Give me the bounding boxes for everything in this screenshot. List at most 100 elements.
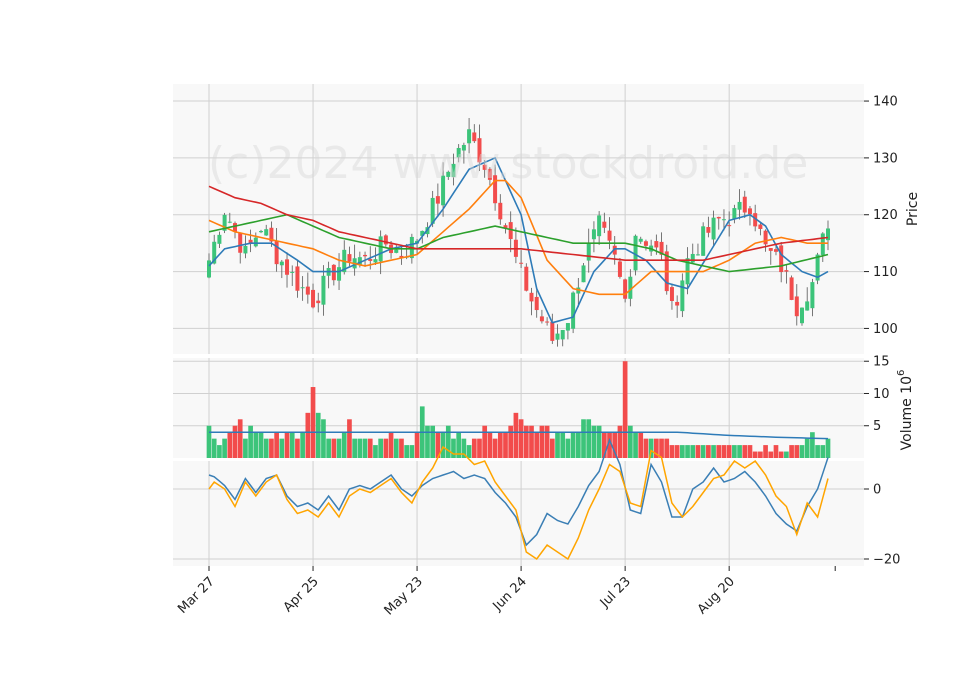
volume-bar [466, 445, 472, 458]
candle-body [597, 215, 602, 237]
candle-body [217, 234, 222, 244]
candle-body [716, 216, 721, 219]
volume-bar [482, 425, 488, 458]
volume-bar [497, 432, 503, 458]
candle-body [373, 259, 378, 263]
candle-body [701, 226, 706, 256]
volume-bar [664, 438, 670, 458]
candle-body [638, 238, 643, 242]
price-y-tick-label: 140 [873, 95, 898, 110]
candle-body [586, 242, 591, 261]
volume-bar [326, 438, 331, 458]
candle-body [607, 230, 612, 241]
volume-bar [726, 445, 732, 458]
oscillator-y-tick-label: −20 [873, 553, 900, 568]
candle-body [264, 229, 269, 236]
candle-body [820, 233, 825, 255]
price-y-tick-label: 120 [873, 208, 898, 223]
volume-y-tick-label: 10 [873, 387, 890, 402]
volume-bar [794, 445, 800, 458]
volume-bar [763, 445, 768, 458]
volume-bar [347, 419, 352, 458]
volume-bar [263, 438, 269, 458]
candle-body [623, 279, 628, 299]
volume-bar [674, 445, 680, 458]
volume-bar [565, 438, 571, 458]
candle-body [732, 208, 737, 220]
volume-bar [747, 445, 753, 458]
volume-bar [487, 432, 493, 458]
volume-bar [274, 432, 279, 458]
candle-body [524, 266, 529, 291]
volume-y-tick-label: 15 [873, 355, 890, 370]
volume-bar [711, 445, 716, 458]
volume-bar [534, 432, 540, 458]
candle-body [534, 296, 539, 311]
volume-bar [445, 425, 451, 458]
volume-bar [804, 438, 810, 458]
volume-bar [789, 445, 794, 458]
candle-body [643, 241, 648, 246]
candle-body [779, 245, 784, 273]
candle-body [747, 208, 752, 215]
volume-bar [388, 432, 394, 458]
x-tick-label: Mar 27 [175, 574, 218, 617]
volume-bar [586, 419, 592, 458]
oscillator-y-tick-label: 0 [873, 483, 881, 498]
candle-body [581, 265, 586, 283]
volume-bar [513, 412, 519, 458]
volume-bar [243, 438, 248, 458]
volume-bar [362, 438, 368, 458]
x-tick-label: Apr 25 [281, 574, 322, 615]
candle-body [799, 307, 804, 324]
volume-bar [399, 438, 404, 458]
candle-body [773, 249, 778, 252]
volume-bar [680, 445, 685, 458]
volume-bar [404, 445, 410, 458]
watermark-text: (c)2024 www.stockdroid.de [208, 138, 808, 189]
volume-bar [341, 432, 347, 458]
volume-bar [773, 445, 779, 458]
volume-bar [269, 438, 274, 458]
candle-body [300, 287, 305, 289]
volume-bar [539, 425, 545, 458]
volume-bar [440, 432, 446, 458]
volume-bar [695, 445, 701, 458]
volume-bar [357, 438, 363, 458]
volume-bar [430, 425, 436, 458]
volume-bar [555, 432, 560, 458]
volume-bar [258, 432, 264, 458]
volume-bar [477, 438, 482, 458]
volume-bar [529, 425, 534, 458]
x-tick-label: Aug 20 [695, 574, 738, 617]
candle-body [545, 321, 550, 323]
volume-bar [237, 419, 243, 458]
price-y-tick-label: 130 [873, 151, 898, 166]
volume-bar [315, 412, 321, 458]
candle-body [758, 224, 763, 229]
candle-body [331, 264, 336, 281]
candle-body [279, 261, 284, 266]
candle-body [295, 266, 300, 291]
volume-bar [560, 432, 566, 458]
volume-bar [810, 432, 815, 458]
volume-bar [799, 445, 805, 458]
candle-body [253, 237, 258, 247]
volume-bar [352, 438, 357, 458]
candle-body [675, 301, 680, 306]
volume-axis-label: Volume 106 [896, 370, 915, 451]
stock-chart: 100 110 120 130 140 5 10 15 −20 0 Mar 27 Apr 25 May … [173, 84, 921, 618]
volume-bar [503, 432, 508, 458]
candle-body [805, 301, 810, 311]
volume-bar [659, 438, 664, 458]
candle-body [243, 245, 248, 254]
candle-body [305, 286, 310, 295]
candle-body [560, 329, 565, 340]
candle-body [617, 261, 622, 277]
volume-bar [310, 387, 316, 458]
volume-bar [737, 445, 742, 458]
volume-bar [633, 432, 638, 458]
volume-bar [471, 438, 477, 458]
volume-bar [284, 432, 290, 458]
candle-body [695, 254, 700, 256]
